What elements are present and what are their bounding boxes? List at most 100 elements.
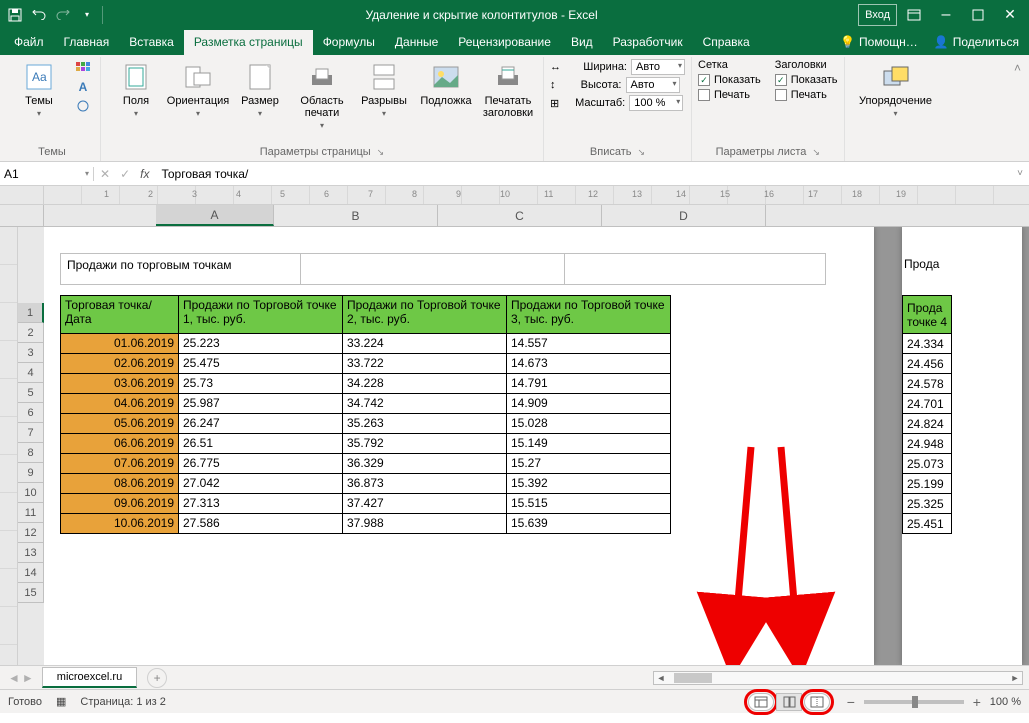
name-box[interactable]: A1▾ (0, 167, 94, 181)
page-setup-dialog-launcher[interactable]: ↘ (377, 147, 385, 158)
undo-button[interactable] (28, 4, 50, 26)
login-button[interactable]: Вход (858, 4, 897, 26)
col-header-d[interactable]: D (602, 205, 766, 226)
tab-review[interactable]: Рецензирование (448, 30, 561, 55)
chevron-down-icon[interactable]: ▾ (85, 169, 89, 178)
row-header[interactable]: 14 (18, 563, 44, 583)
fonts-button[interactable]: A (72, 78, 94, 96)
row-header[interactable]: 13 (18, 543, 44, 563)
tab-insert[interactable]: Вставка (119, 30, 184, 55)
tab-view[interactable]: Вид (561, 30, 603, 55)
background-button[interactable]: Подложка (417, 59, 475, 109)
size-button[interactable]: Размер▾ (231, 59, 289, 120)
tab-developer[interactable]: Разработчик (603, 30, 693, 55)
row-header[interactable]: 6 (18, 403, 44, 423)
normal-view-button[interactable] (748, 693, 774, 711)
page-layout-view-button[interactable] (776, 693, 802, 711)
formula-input[interactable]: Торговая точка/ (155, 167, 1011, 181)
row-header[interactable]: 15 (18, 583, 44, 603)
row-header[interactable]: 1 (18, 303, 44, 323)
scroll-thumb[interactable] (674, 673, 712, 683)
tab-data[interactable]: Данные (385, 30, 448, 55)
tab-page-layout[interactable]: Разметка страницы (184, 30, 313, 55)
cancel-formula-button[interactable]: ✕ (100, 167, 110, 181)
print-titles-button[interactable]: Печатать заголовки (479, 59, 537, 121)
row-header[interactable]: 9 (18, 463, 44, 483)
row-header[interactable]: 7 (18, 423, 44, 443)
row-header[interactable]: 2 (18, 323, 44, 343)
formula-bar: A1▾ ✕ ✓ fx Торговая точка/ ˅ (0, 162, 1029, 186)
row-header[interactable]: 4 (18, 363, 44, 383)
save-button[interactable] (4, 4, 26, 26)
collapse-ribbon-button[interactable]: ˄ (1014, 61, 1021, 75)
row-header[interactable]: 12 (18, 523, 44, 543)
col-header-b[interactable]: B (274, 205, 438, 226)
maximize-button[interactable] (963, 4, 993, 26)
ribbon-group-scale-to-fit: ↔Ширина:Авто ↕Высота:Авто ⊞Масштаб:100 %… (544, 57, 692, 161)
sheet-nav-prev[interactable]: ◄ (8, 671, 20, 685)
colors-button[interactable] (72, 59, 94, 77)
margins-button[interactable]: Поля▾ (107, 59, 165, 120)
redo-button[interactable] (52, 4, 74, 26)
tell-me-button[interactable]: 💡Помощн… (834, 33, 924, 51)
scroll-right-button[interactable]: ► (1008, 673, 1022, 683)
tab-file[interactable]: Файл (4, 30, 54, 55)
print-area-button[interactable]: Область печати▾ (293, 59, 351, 132)
themes-button[interactable]: Aa Темы▾ (10, 59, 68, 120)
headings-view-checkbox[interactable]: ✓Показать (775, 74, 838, 86)
qat-customize-button[interactable]: ▾ (76, 4, 98, 26)
width-select[interactable]: Авто (631, 59, 685, 75)
breaks-icon (368, 61, 400, 93)
headings-print-checkbox[interactable]: Печать (775, 89, 838, 101)
height-select[interactable]: Авто (626, 77, 680, 93)
ribbon-group-arrange: Упорядочение▾ (845, 57, 947, 161)
gridlines-view-checkbox[interactable]: ✓Показать (698, 74, 761, 86)
sheet-nav-next[interactable]: ► (22, 671, 34, 685)
page-2: Прода Продаточке 4 24.33424.45624.57824.… (902, 227, 1022, 665)
scale-input[interactable]: 100 % (629, 95, 683, 111)
sheet-tab[interactable]: microexcel.ru (42, 667, 137, 688)
zoom-level[interactable]: 100 % (990, 696, 1021, 708)
tab-help[interactable]: Справка (693, 30, 760, 55)
row-header[interactable]: 8 (18, 443, 44, 463)
ribbon: Aa Темы▾ A Темы Поля▾ Ориентация▾ Размер… (0, 55, 1029, 162)
page-break-view-button[interactable] (804, 693, 830, 711)
share-button[interactable]: 👤Поделиться (928, 33, 1025, 51)
row-header[interactable]: 3 (18, 343, 44, 363)
col-header-a[interactable]: A (156, 205, 274, 226)
row-header[interactable]: 5 (18, 383, 44, 403)
macro-recorder-icon[interactable]: ▦ (56, 695, 66, 708)
row-header[interactable]: 11 (18, 503, 44, 523)
zoom-in-button[interactable]: + (970, 694, 984, 710)
header-area[interactable]: Продажи по торговым точкам (60, 253, 826, 285)
ribbon-display-options-button[interactable] (899, 4, 929, 26)
sheet-dialog-launcher[interactable]: ↘ (812, 147, 820, 158)
expand-formula-bar-button[interactable]: ˅ (1011, 168, 1029, 179)
data-table-page2[interactable]: Продаточке 4 24.33424.45624.57824.70124.… (902, 295, 952, 534)
arrange-icon (880, 61, 912, 93)
headings-header: Заголовки (775, 59, 838, 71)
minimize-button[interactable]: ‒ (931, 4, 961, 26)
new-sheet-button[interactable]: + (147, 668, 167, 688)
gridlines-header: Сетка (698, 59, 761, 71)
horizontal-scrollbar[interactable]: ◄ ► (653, 671, 1023, 685)
col-header-c[interactable]: C (438, 205, 602, 226)
row-header[interactable]: 10 (18, 483, 44, 503)
insert-function-button[interactable]: fx (140, 167, 149, 181)
scale-dialog-launcher[interactable]: ↘ (638, 147, 646, 158)
breaks-button[interactable]: Разрывы▾ (355, 59, 413, 120)
zoom-out-button[interactable]: − (844, 694, 858, 710)
close-button[interactable]: ✕ (995, 4, 1025, 26)
arrange-button[interactable]: Упорядочение▾ (851, 59, 941, 120)
tab-home[interactable]: Главная (54, 30, 120, 55)
zoom-slider[interactable] (864, 700, 964, 704)
data-table[interactable]: Торговая точка/ ДатаПродажи по Торговой … (60, 295, 671, 534)
window-title: Удаление и скрытие колонтитулов - Excel (105, 8, 858, 22)
orientation-button[interactable]: Ориентация▾ (169, 59, 227, 120)
bulb-icon: 💡 (840, 35, 855, 49)
tab-formulas[interactable]: Формулы (313, 30, 385, 55)
enter-formula-button[interactable]: ✓ (120, 167, 130, 181)
gridlines-print-checkbox[interactable]: Печать (698, 89, 761, 101)
scroll-left-button[interactable]: ◄ (654, 673, 668, 683)
effects-button[interactable] (72, 97, 94, 115)
